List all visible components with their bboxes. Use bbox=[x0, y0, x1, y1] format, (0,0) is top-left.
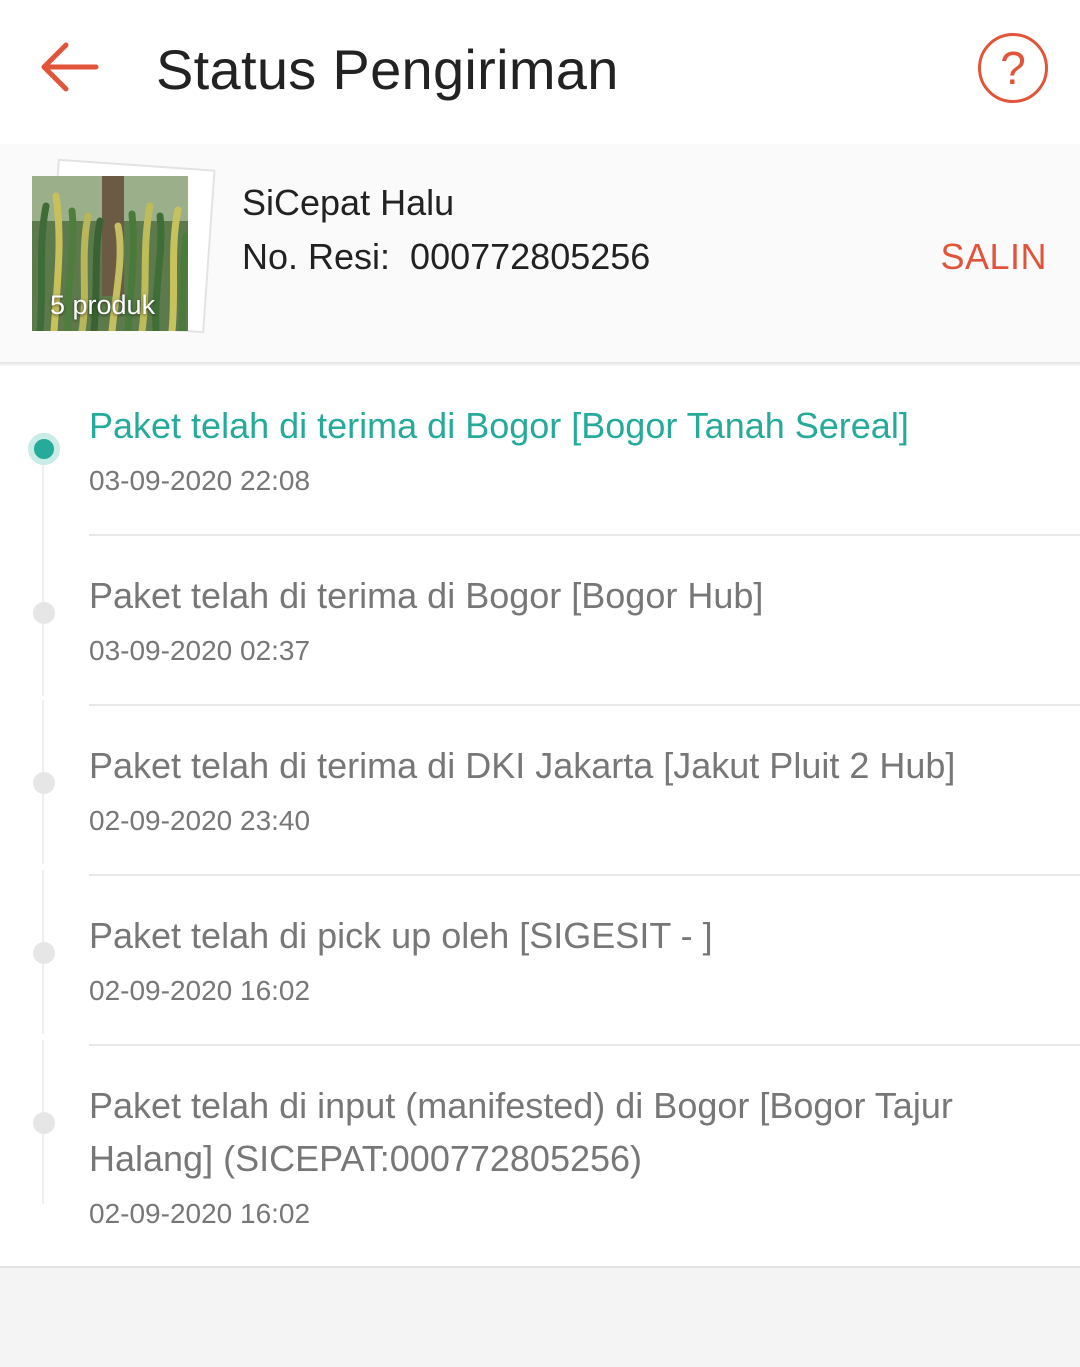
timeline-event: Paket telah di pick up oleh [SIGESIT - ]… bbox=[0, 876, 1080, 1046]
timeline-event: Paket telah di terima di DKI Jakarta [Ja… bbox=[0, 706, 1080, 876]
page-title: Status Pengiriman bbox=[156, 38, 619, 101]
product-count-label: 5 produk bbox=[50, 290, 156, 320]
event-description: Paket telah di terima di DKI Jakarta [Ja… bbox=[89, 745, 956, 786]
event-time: 02-09-2020 16:02 bbox=[89, 1198, 311, 1229]
back-button[interactable] bbox=[28, 32, 108, 102]
product-thumbnail[interactable]: 5 produk bbox=[32, 158, 216, 344]
timeline-dot bbox=[33, 942, 55, 964]
help-button[interactable]: ? bbox=[978, 33, 1048, 103]
event-description: Paket telah di terima di Bogor [Bogor Hu… bbox=[89, 575, 764, 616]
product-image: 5 produk bbox=[32, 176, 188, 331]
arrow-left-icon bbox=[41, 42, 99, 92]
tracking-number: No. Resi: 000772805256 bbox=[242, 236, 651, 277]
event-description: Paket telah di terima di Bogor [Bogor Ta… bbox=[89, 405, 909, 446]
timeline-dot bbox=[33, 1112, 55, 1134]
timeline-dot-active bbox=[28, 433, 60, 465]
timeline-dot bbox=[33, 772, 55, 794]
shipment-summary: 5 produk SiCepat Halu No. Resi: 00077280… bbox=[0, 144, 1080, 364]
timeline-dot bbox=[33, 602, 55, 624]
event-time: 03-09-2020 02:37 bbox=[89, 635, 311, 666]
copy-button[interactable]: SALIN bbox=[940, 236, 1047, 278]
event-time: 02-09-2020 23:40 bbox=[89, 805, 311, 836]
event-description: Paket telah di input (manifested) di Bog… bbox=[89, 1085, 953, 1179]
app-header: Status Pengiriman ? bbox=[0, 0, 1080, 144]
timeline-event: Paket telah di terima di Bogor [Bogor Hu… bbox=[0, 536, 1080, 706]
timeline-event: Paket telah di terima di Bogor [Bogor Ta… bbox=[0, 366, 1080, 536]
question-circle-icon: ? bbox=[1000, 42, 1026, 94]
tracking-timeline: Paket telah di terima di Bogor [Bogor Ta… bbox=[0, 366, 1080, 1268]
timeline-event: Paket telah di input (manifested) di Bog… bbox=[0, 1046, 1080, 1268]
event-description: Paket telah di pick up oleh [SIGESIT - ] bbox=[89, 915, 713, 956]
event-time: 02-09-2020 16:02 bbox=[89, 975, 311, 1006]
courier-name: SiCepat Halu bbox=[242, 182, 455, 223]
event-time: 03-09-2020 22:08 bbox=[89, 465, 311, 496]
